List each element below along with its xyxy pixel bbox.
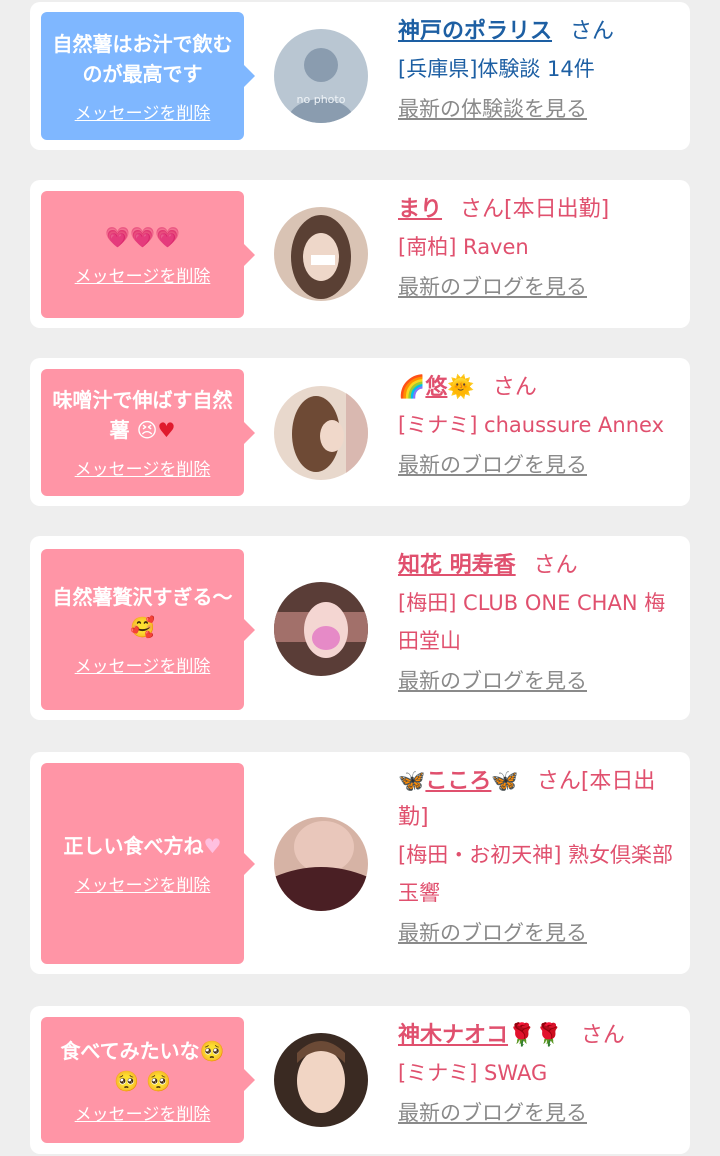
smiling-face-with-hearts-icon: 🥰 — [130, 615, 155, 639]
message-text: 正しい食べ方ね♥ — [63, 834, 222, 858]
shop-info: [南柏] Raven — [398, 235, 529, 259]
avatar[interactable] — [274, 582, 368, 676]
message-card: 食べてみたいな🥺 🥺 🥺 メッセージを削除 神木ナオコ🌹🌹 さん [ミナミ] SW… — [30, 1006, 690, 1154]
pleading-face-icon: 🥺 — [199, 1038, 225, 1063]
name-line: 🦋こころ🦋 さん[本日出勤] — [398, 764, 684, 836]
name-line: 神戸のポラリス さん — [398, 14, 684, 50]
latest-post-link[interactable]: 最新の体験談を見る — [398, 91, 587, 127]
shop-info: [ミナミ] chaussure Annex — [398, 413, 665, 437]
name-suffix: さん[本日出勤] — [460, 197, 610, 222]
shop-info: [梅田・お初天神] 熟女倶楽部 玉響 — [398, 843, 674, 905]
shop-info: [梅田] CLUB ONE CHAN 梅田堂山 — [398, 591, 666, 653]
message-card: 正しい食べ方ね♥ メッセージを削除 🦋こころ🦋 さん[本日出勤] [梅田・お初天神… — [30, 752, 690, 974]
pleading-face-icon: 🥺 — [114, 1068, 139, 1093]
butterfly-icon: 🦋 — [398, 769, 426, 794]
message-bubble: 食べてみたいな🥺 🥺 🥺 メッセージを削除 — [41, 1017, 255, 1143]
sun-icon: 🌞 — [447, 375, 475, 400]
message-bubble: 自然薯贅沢すぎる〜🥰 メッセージを削除 — [41, 549, 255, 710]
avatar[interactable] — [274, 817, 368, 911]
shop-info: [ミナミ] SWAG — [398, 1061, 548, 1085]
name-line: 神木ナオコ🌹🌹 さん — [398, 1018, 684, 1054]
user-name-link[interactable]: 悠 — [425, 375, 447, 400]
delete-message-link[interactable]: メッセージを削除 — [75, 652, 211, 677]
name-suffix: さん — [570, 19, 615, 44]
name-line: まり さん[本日出勤] — [398, 192, 684, 228]
delete-message-link[interactable]: メッセージを削除 — [75, 455, 211, 480]
message-bubble: 💗💗💗 メッセージを削除 — [41, 191, 255, 318]
message-card: 💗💗💗 メッセージを削除 まり さん[本日出勤] [南柏] Raven 最新のブロ… — [30, 180, 690, 328]
user-name-link[interactable]: 知花 明寿香 — [398, 553, 516, 578]
user-name-link[interactable]: こころ — [425, 769, 491, 794]
user-name-link[interactable]: まり — [398, 197, 442, 222]
avatar[interactable] — [274, 386, 368, 480]
shop-info: [兵庫県]体験談 14件 — [398, 57, 595, 81]
avatar[interactable]: no photo — [274, 29, 368, 123]
delete-message-link[interactable]: メッセージを削除 — [75, 1100, 211, 1125]
butterfly-icon: 🦋 — [491, 769, 519, 794]
avatar[interactable] — [274, 1033, 368, 1127]
latest-post-link[interactable]: 最新のブログを見る — [398, 915, 587, 951]
message-bubble: 味噌汁で伸ばす自然薯 😣♥ メッセージを削除 — [41, 369, 255, 496]
message-text: 食べてみたいな🥺 🥺 🥺 — [60, 1038, 225, 1093]
message-text: 味噌汁で伸ばす自然薯 😣♥ — [52, 388, 233, 442]
name-suffix: さん — [492, 375, 537, 400]
message-bubble: 正しい食べ方ね♥ メッセージを削除 — [41, 763, 255, 964]
name-line: 知花 明寿香 さん — [398, 548, 684, 584]
message-card: 味噌汁で伸ばす自然薯 😣♥ メッセージを削除 🌈悠🌞 さん [ミナミ] chaus… — [30, 358, 690, 506]
card-info: まり さん[本日出勤] [南柏] Raven 最新のブログを見る — [398, 192, 684, 305]
pink-heart-icon: ♥ — [203, 834, 222, 858]
user-name-link[interactable]: 神木ナオコ — [398, 1023, 508, 1048]
card-info: 知花 明寿香 さん [梅田] CLUB ONE CHAN 梅田堂山 最新のブログを… — [398, 548, 684, 699]
message-card: 自然薯贅沢すぎる〜🥰 メッセージを削除 知花 明寿香 さん [梅田] CLUB O… — [30, 536, 690, 720]
card-info: 神戸のポラリス さん [兵庫県]体験談 14件 最新の体験談を見る — [398, 14, 684, 127]
card-info: 🦋こころ🦋 さん[本日出勤] [梅田・お初天神] 熟女倶楽部 玉響 最新のブログを… — [398, 764, 684, 951]
heart-icon: ♥ — [157, 418, 176, 442]
delete-message-link[interactable]: メッセージを削除 — [75, 99, 211, 124]
latest-post-link[interactable]: 最新のブログを見る — [398, 447, 587, 483]
pleading-face-icon: 🥺 — [145, 1068, 171, 1093]
rose-icon: 🌹 — [508, 1023, 536, 1048]
user-name-link[interactable]: 神戸のポラリス — [398, 19, 552, 44]
message-text: 自然薯はお汁で飲むのが最高です — [52, 31, 233, 86]
delete-message-link[interactable]: メッセージを削除 — [75, 871, 211, 896]
latest-post-link[interactable]: 最新のブログを見る — [398, 663, 587, 699]
name-line: 🌈悠🌞 さん — [398, 370, 684, 406]
latest-post-link[interactable]: 最新のブログを見る — [398, 269, 587, 305]
message-card: 自然薯はお汁で飲むのが最高です メッセージを削除 no photo 神戸のポラリ… — [30, 2, 690, 150]
latest-post-link[interactable]: 最新のブログを見る — [398, 1095, 587, 1131]
card-info: 🌈悠🌞 さん [ミナミ] chaussure Annex 最新のブログを見る — [398, 370, 684, 483]
delete-message-link[interactable]: メッセージを削除 — [75, 262, 211, 287]
message-text: 自然薯贅沢すぎる〜🥰 — [52, 585, 233, 639]
avatar[interactable] — [274, 207, 368, 301]
message-text: 💗💗💗 — [105, 225, 180, 249]
name-suffix: さん — [580, 1023, 625, 1048]
no-photo-label: no photo — [297, 93, 346, 106]
rainbow-icon: 🌈 — [398, 375, 426, 400]
rose-icon: 🌹 — [535, 1023, 563, 1048]
name-suffix: さん — [533, 553, 578, 578]
message-bubble: 自然薯はお汁で飲むのが最高です メッセージを削除 — [41, 12, 255, 140]
card-info: 神木ナオコ🌹🌹 さん [ミナミ] SWAG 最新のブログを見る — [398, 1018, 684, 1131]
pouting-face-icon: 😣 — [136, 418, 158, 442]
